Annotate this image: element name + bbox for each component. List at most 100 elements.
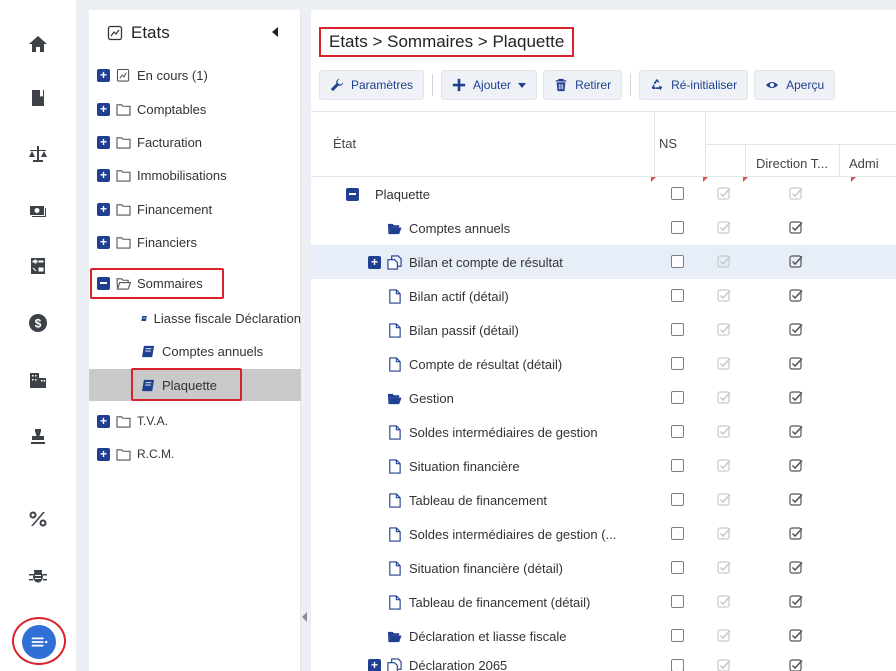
check-icon[interactable]: [789, 288, 804, 303]
breadcrumb: Etats > Sommaires > Plaquette: [319, 27, 575, 57]
collapse-icon[interactable]: [346, 187, 359, 201]
ns-checkbox[interactable]: [671, 595, 684, 608]
check-icon[interactable]: [789, 594, 804, 609]
bug-icon[interactable]: [24, 561, 52, 589]
calculator-icon[interactable]: [24, 252, 52, 280]
check-icon[interactable]: [789, 322, 804, 337]
table-row[interactable]: + Bilan et compte de résultat: [311, 245, 896, 279]
table-row[interactable]: Tableau de financement (détail): [311, 585, 896, 619]
expand-icon[interactable]: +: [97, 202, 110, 216]
tree-item-immobilisations[interactable]: + Immobilisations: [89, 160, 301, 190]
tree-item-comptables[interactable]: + Comptables: [89, 94, 301, 124]
check-icon[interactable]: [789, 658, 804, 671]
percent-icon[interactable]: [24, 505, 52, 533]
remove-button[interactable]: Retirer: [543, 70, 623, 100]
check-icon[interactable]: [789, 492, 804, 507]
ns-checkbox[interactable]: [671, 629, 684, 642]
expand-icon[interactable]: +: [97, 135, 110, 149]
ns-checkbox[interactable]: [671, 255, 684, 268]
check-icon[interactable]: [789, 560, 804, 575]
tree-item-label: Comptes annuels: [162, 343, 264, 359]
tree-item-en-cours[interactable]: + En cours (1): [89, 60, 301, 90]
check-icon[interactable]: [789, 220, 804, 235]
check-icon[interactable]: [789, 254, 804, 269]
check-icon[interactable]: [789, 526, 804, 541]
list-icon[interactable]: [22, 625, 56, 659]
panel-splitter[interactable]: [301, 10, 311, 671]
params-button[interactable]: Paramètres: [319, 70, 425, 100]
expand-icon[interactable]: +: [97, 168, 110, 182]
table-row[interactable]: Soldes intermédiaires de gestion: [311, 415, 896, 449]
table-row[interactable]: Soldes intermédiaires de gestion (...: [311, 517, 896, 551]
check-icon[interactable]: [789, 390, 804, 405]
table-row[interactable]: Tableau de financement: [311, 483, 896, 517]
check-disabled-icon: [717, 527, 731, 540]
row-name-cell: + Déclaration 2065: [368, 653, 507, 671]
ns-checkbox[interactable]: [671, 459, 684, 472]
tree-item-comptes-annuels[interactable]: Comptes annuels: [89, 336, 301, 366]
column-header-ns[interactable]: NS: [659, 136, 677, 151]
table-row[interactable]: Bilan passif (détail): [311, 313, 896, 347]
column-header-direction[interactable]: Direction T...: [756, 156, 828, 171]
collapse-panel-icon[interactable]: [272, 27, 278, 37]
add-button[interactable]: Ajouter: [441, 70, 538, 100]
expand-icon[interactable]: +: [97, 102, 110, 116]
file-icon: [389, 594, 401, 610]
money-icon[interactable]: [24, 197, 52, 225]
expand-icon[interactable]: +: [368, 658, 381, 671]
home-icon[interactable]: [24, 30, 52, 58]
ns-checkbox[interactable]: [671, 323, 684, 336]
book-icon[interactable]: [24, 84, 52, 112]
table-row[interactable]: + Déclaration 2065: [311, 653, 896, 671]
remove-label: Retirer: [575, 78, 612, 92]
ns-checkbox[interactable]: [671, 425, 684, 438]
table-row[interactable]: Situation financière (détail): [311, 551, 896, 585]
reset-button[interactable]: Ré-initialiser: [639, 70, 749, 100]
table-row[interactable]: Situation financière: [311, 449, 896, 483]
ns-checkbox[interactable]: [671, 357, 684, 370]
check-icon[interactable]: [789, 458, 804, 473]
balance-scale-icon[interactable]: [24, 140, 52, 168]
ns-checkbox[interactable]: [671, 221, 684, 234]
row-name: Plaquette: [375, 186, 430, 202]
building-icon[interactable]: [24, 366, 52, 394]
ns-checkbox[interactable]: [671, 493, 684, 506]
check-icon[interactable]: [789, 628, 804, 643]
check-disabled-icon: [717, 357, 731, 370]
expand-icon[interactable]: +: [368, 255, 381, 269]
table-row[interactable]: Plaquette: [311, 177, 896, 211]
stamp-icon[interactable]: [24, 423, 52, 451]
expand-icon[interactable]: +: [97, 68, 110, 82]
tree-item-facturation[interactable]: + Facturation: [89, 127, 301, 157]
ns-checkbox[interactable]: [671, 527, 684, 540]
tree-item-rcm[interactable]: + R.C.M.: [89, 439, 301, 469]
ns-checkbox[interactable]: [671, 659, 684, 671]
ns-checkbox[interactable]: [671, 289, 684, 302]
file-icon: [389, 560, 401, 576]
check-icon[interactable]: [789, 356, 804, 371]
table-row[interactable]: Compte de résultat (détail): [311, 347, 896, 381]
toolbar-separator: [432, 74, 434, 96]
table-row[interactable]: Gestion: [311, 381, 896, 415]
chevron-left-icon[interactable]: [302, 612, 307, 622]
ns-checkbox[interactable]: [671, 561, 684, 574]
table-row[interactable]: Bilan actif (détail): [311, 279, 896, 313]
ns-checkbox[interactable]: [671, 391, 684, 404]
dollar-icon[interactable]: $: [24, 309, 52, 337]
column-header-etat[interactable]: État: [333, 136, 356, 151]
sommaires-highlight: [90, 268, 224, 299]
tree-item-tva[interactable]: + T.V.A.: [89, 406, 301, 436]
expand-icon[interactable]: +: [97, 235, 110, 249]
table-row[interactable]: Comptes annuels: [311, 211, 896, 245]
tree-item-financiers[interactable]: + Financiers: [89, 227, 301, 257]
expand-icon[interactable]: +: [97, 414, 110, 428]
ns-checkbox[interactable]: [671, 187, 684, 200]
preview-button[interactable]: Aperçu: [754, 70, 836, 100]
expand-icon[interactable]: +: [97, 447, 110, 461]
tree-item-financement[interactable]: + Financement: [89, 194, 301, 224]
top-gutter: [76, 0, 896, 10]
column-header-admin[interactable]: Admi: [849, 156, 896, 171]
check-icon[interactable]: [789, 424, 804, 439]
table-row[interactable]: Déclaration et liasse fiscale: [311, 619, 896, 653]
tree-item-liasse[interactable]: Liasse fiscale Déclaration: [89, 303, 301, 333]
